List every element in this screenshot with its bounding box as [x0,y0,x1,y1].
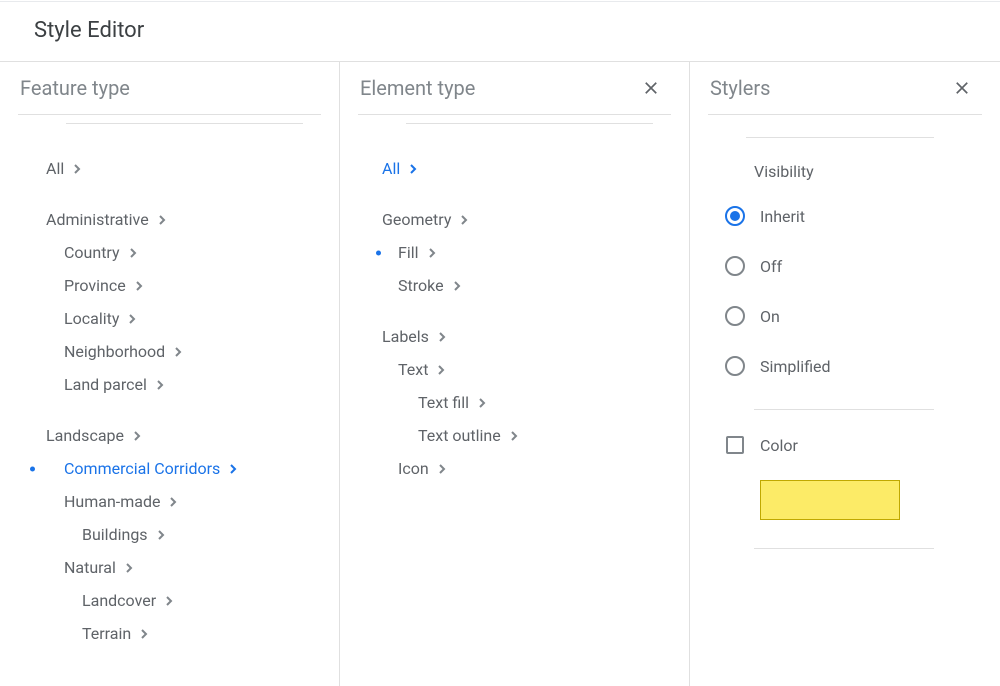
element-geometry[interactable]: Geometry [358,203,671,236]
feature-natural[interactable]: Natural [46,551,321,584]
radio-icon [725,306,745,326]
element-stroke[interactable]: Stroke [358,269,671,302]
close-icon[interactable] [950,76,974,100]
stylers-heading: Stylers [710,76,770,100]
stylers-column: Stylers Visibility Inherit Off On Sim [690,62,1000,686]
page-title: Style Editor [0,2,1000,61]
checkbox-icon [726,436,744,454]
chevron-right-icon [437,332,447,342]
chevron-right-icon [477,398,487,408]
visibility-on-radio[interactable]: On [716,291,982,341]
feature-landscape[interactable]: Landscape [46,419,321,452]
chevron-right-icon [436,365,446,375]
feature-locality[interactable]: Locality [46,302,321,335]
divider [754,409,934,410]
element-fill[interactable]: Fill [358,236,671,269]
feature-country[interactable]: Country [46,236,321,269]
feature-land-parcel[interactable]: Land parcel [46,368,321,401]
color-swatch[interactable] [760,480,900,520]
chevron-right-icon [164,596,174,606]
chevron-right-icon [72,164,82,174]
element-text-fill[interactable]: Text fill [358,386,671,419]
chevron-right-icon [157,215,167,225]
chevron-right-icon [139,629,149,639]
chevron-right-icon [156,530,166,540]
visibility-simplified-radio[interactable]: Simplified [716,341,982,391]
feature-all[interactable]: All [46,152,321,185]
divider [754,548,934,549]
feature-landcover[interactable]: Landcover [46,584,321,617]
feature-type-column: Feature type All Administrative Country … [0,62,340,686]
feature-buildings[interactable]: Buildings [46,518,321,551]
close-icon[interactable] [639,76,663,100]
chevron-right-icon [132,431,142,441]
feature-administrative[interactable]: Administrative [46,203,321,236]
chevron-right-icon [228,464,238,474]
chevron-right-icon [124,563,134,573]
element-text-outline[interactable]: Text outline [358,419,671,452]
feature-province[interactable]: Province [46,269,321,302]
feature-terrain[interactable]: Terrain [46,617,321,650]
chevron-right-icon [452,281,462,291]
active-indicator-icon [30,466,35,471]
chevron-right-icon [155,380,165,390]
element-type-heading: Element type [360,76,475,100]
chevron-right-icon [127,314,137,324]
chevron-right-icon [128,248,138,258]
modified-indicator-icon [376,250,381,255]
feature-human-made[interactable]: Human-made [46,485,321,518]
feature-neighborhood[interactable]: Neighborhood [46,335,321,368]
element-labels[interactable]: Labels [358,320,671,353]
visibility-label: Visibility [716,150,982,191]
chevron-right-icon [437,464,447,474]
visibility-inherit-radio[interactable]: Inherit [716,191,982,241]
feature-type-heading: Feature type [20,76,130,100]
visibility-off-radio[interactable]: Off [716,241,982,291]
color-checkbox[interactable]: Color [716,420,982,470]
chevron-right-icon [168,497,178,507]
radio-icon [725,356,745,376]
element-icon[interactable]: Icon [358,452,671,485]
element-type-column: Element type All Geometry Fill Stro [340,62,690,686]
chevron-right-icon [408,164,418,174]
radio-icon [725,206,745,226]
chevron-right-icon [459,215,469,225]
element-text[interactable]: Text [358,353,671,386]
radio-icon [725,256,745,276]
chevron-right-icon [134,281,144,291]
feature-commercial-corridors[interactable]: Commercial Corridors [46,452,321,485]
chevron-right-icon [509,431,519,441]
element-all[interactable]: All [358,152,671,185]
chevron-right-icon [427,248,437,258]
chevron-right-icon [173,347,183,357]
